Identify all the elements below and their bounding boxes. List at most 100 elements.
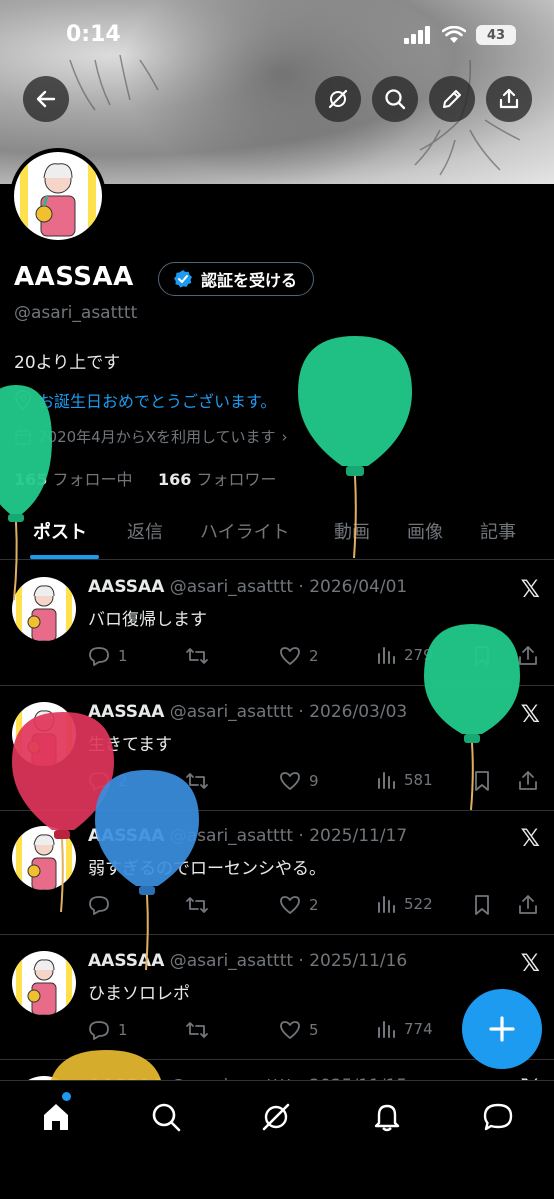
compose-post-button[interactable] <box>462 989 542 1069</box>
avatar-illustration <box>16 951 72 1015</box>
tab-images[interactable]: 画像 <box>407 518 443 544</box>
like-count: 5 <box>309 1021 319 1039</box>
views-button[interactable]: 522 <box>376 894 433 914</box>
get-verified-button[interactable]: 認証を受ける <box>158 262 315 296</box>
joined-row[interactable]: 2020年4月からXを利用しています › <box>14 426 288 447</box>
reply-icon <box>89 647 109 666</box>
bookmark-button[interactable] <box>472 894 492 916</box>
retweet-button[interactable] <box>185 1019 217 1041</box>
views-icon <box>378 1021 395 1038</box>
heart-icon <box>280 772 300 790</box>
like-button[interactable]: 5 <box>279 1019 319 1041</box>
retweet-button[interactable] <box>185 894 217 916</box>
tweet-avatar[interactable] <box>12 826 76 890</box>
heart-icon <box>280 1021 300 1039</box>
status-time: 0:14 <box>66 22 121 47</box>
tweet-avatar[interactable] <box>12 702 76 766</box>
tweet-meta: @asari_asatttt · 2025/11/16 <box>169 951 408 971</box>
share-icon <box>519 771 537 790</box>
views-button[interactable]: 581 <box>376 770 433 790</box>
like-count: 2 <box>309 647 319 665</box>
tweet-avatar[interactable] <box>12 577 76 641</box>
birthday-text[interactable]: お誕生日おめでとうございます。 <box>38 388 276 412</box>
bookmark-button[interactable] <box>472 770 492 792</box>
retweet-button[interactable] <box>185 770 217 792</box>
bookmark-icon <box>475 771 489 791</box>
x-logo-icon: 𝕏 <box>520 949 540 977</box>
retweet-icon <box>186 648 208 664</box>
tweet-header: AASSAA @asari_asatttt · 2026/03/03 <box>88 702 407 722</box>
profile-tabs: ポスト 返信 ハイライト 動画 画像 記事 <box>0 508 554 560</box>
reply-button[interactable]: 1 <box>88 645 128 667</box>
share-button[interactable] <box>486 76 532 122</box>
tab-videos[interactable]: 動画 <box>334 518 370 544</box>
plus-icon <box>489 1016 515 1042</box>
retweet-icon <box>186 1022 208 1038</box>
tweet-row[interactable]: AASSAA @asari_asatttt · 2025/11/17 𝕏 弱すぎるの… <box>0 810 554 935</box>
location-pin-icon <box>15 390 31 410</box>
avatar-illustration <box>16 577 72 641</box>
tweet-actions: 2 9 581 <box>88 770 538 794</box>
views-button[interactable]: 774 <box>376 1019 433 1039</box>
tab-replies[interactable]: 返信 <box>127 518 163 544</box>
like-button[interactable]: 9 <box>279 770 319 792</box>
followers-link[interactable]: 166 フォロワー <box>158 470 277 489</box>
tab-posts[interactable]: ポスト <box>33 518 87 544</box>
reply-button[interactable] <box>88 894 118 916</box>
reply-count: 1 <box>118 647 128 665</box>
following-count: 165 <box>14 470 48 489</box>
following-link[interactable]: 165 フォロー中 <box>14 470 133 489</box>
views-count: 522 <box>404 895 433 913</box>
tab-articles[interactable]: 記事 <box>480 518 516 544</box>
tweet-row[interactable]: AASSAA @asari_asatttt · 2026/04/01 𝕏 バロ復帰し… <box>0 561 554 686</box>
tweet-avatar[interactable] <box>12 951 76 1015</box>
back-button[interactable] <box>23 76 69 122</box>
bookmark-icon <box>475 646 489 666</box>
retweet-button[interactable] <box>185 645 217 667</box>
active-tab-indicator <box>30 555 99 559</box>
tweet-author-name[interactable]: AASSAA <box>88 577 164 597</box>
home-icon <box>44 1104 68 1130</box>
views-button[interactable]: 279 <box>376 645 433 665</box>
tweet-author-name[interactable]: AASSAA <box>88 702 164 722</box>
heart-icon <box>280 896 300 914</box>
grok-button[interactable] <box>315 76 361 122</box>
nav-grok[interactable] <box>260 1101 292 1133</box>
search-button[interactable] <box>372 76 418 122</box>
tweet-share-button[interactable] <box>517 894 539 916</box>
edit-button[interactable] <box>429 76 475 122</box>
tweet-text: 弱すぎるのでローセンシやる。 <box>88 859 326 879</box>
tweet-row[interactable]: AASSAA @asari_asatttt · 2026/03/03 𝕏 生きてます… <box>0 686 554 811</box>
like-button[interactable]: 2 <box>279 894 319 916</box>
tweet-text: バロ復帰します <box>88 610 207 630</box>
tab-highlights[interactable]: ハイライト <box>200 518 290 544</box>
status-bar: 0:14 43 <box>0 0 554 70</box>
views-icon <box>378 896 395 913</box>
tweet-author-name[interactable]: AASSAA <box>88 826 164 846</box>
nav-home[interactable] <box>40 1101 72 1133</box>
tweet-share-button[interactable] <box>517 770 539 792</box>
retweet-icon <box>186 773 208 789</box>
grok-icon <box>328 89 348 109</box>
bookmark-button[interactable] <box>472 645 492 667</box>
tweet-meta: @asari_asatttt · 2026/04/01 <box>169 577 408 597</box>
bottom-nav <box>0 1080 554 1199</box>
joined-text: 2020年4月からXを利用しています <box>38 428 276 446</box>
reply-button[interactable]: 1 <box>88 1019 128 1041</box>
follow-stats: 165 フォロー中 166 フォロワー <box>14 466 276 490</box>
nav-notifications[interactable] <box>371 1101 403 1133</box>
reply-button[interactable]: 2 <box>88 770 128 792</box>
search-icon <box>385 89 406 110</box>
tweet-share-button[interactable] <box>517 645 539 667</box>
nav-messages[interactable] <box>482 1101 514 1133</box>
battery-indicator: 43 <box>476 25 516 45</box>
home-notification-dot <box>62 1092 71 1101</box>
profile-avatar[interactable] <box>10 148 106 244</box>
nav-search[interactable] <box>150 1101 182 1133</box>
tweet-actions: 2 522 <box>88 894 538 918</box>
verified-badge-icon <box>174 270 192 288</box>
avatar-illustration <box>20 152 96 240</box>
tweet-author-name[interactable]: AASSAA <box>88 951 164 971</box>
like-button[interactable]: 2 <box>279 645 319 667</box>
birthday-row: お誕生日おめでとうございます。 <box>14 388 276 412</box>
